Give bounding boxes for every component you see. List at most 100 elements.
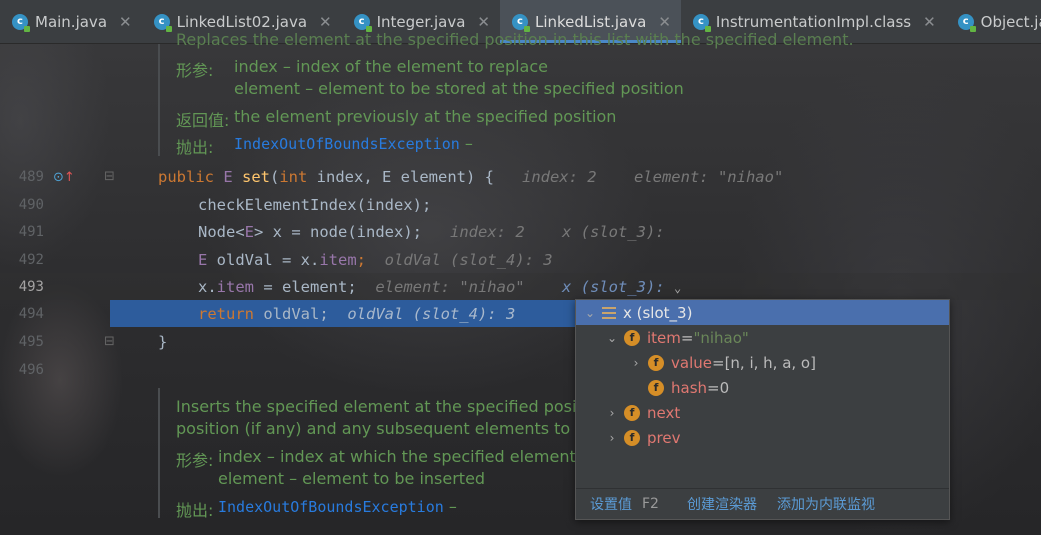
- exception-link[interactable]: IndexOutOfBoundsException: [234, 135, 460, 153]
- code-line-491[interactable]: Node<E> x = node(index); index: 2 x (slo…: [198, 223, 665, 241]
- code-line-495[interactable]: }: [158, 333, 167, 351]
- popup-footer: 设置值 F2 创建渲染器 添加为内联监视: [576, 488, 949, 519]
- doc-throws-dash: –: [448, 497, 457, 516]
- field-name: item: [647, 328, 681, 347]
- method-name: set: [242, 168, 270, 186]
- code-line-492[interactable]: E oldVal = x.item; oldVal (slot_4): 3: [198, 251, 553, 269]
- code-text: Node<: [198, 223, 245, 241]
- field-icon: f: [648, 354, 664, 371]
- field-name: next: [647, 403, 681, 422]
- doc-throws-line: IndexOutOfBoundsException –: [234, 134, 934, 153]
- code-line-490[interactable]: checkElementIndex(index);: [198, 196, 431, 214]
- java-class-icon: c: [692, 13, 711, 32]
- java-class-icon: c: [511, 13, 530, 32]
- field-value: 0: [719, 378, 730, 397]
- close-icon[interactable]: ✕: [319, 13, 332, 31]
- field-value: [n, i, h, a, o]: [724, 353, 816, 372]
- inline-debug-hint: index: 2: [450, 223, 525, 241]
- field-ref: item: [319, 251, 357, 269]
- set-value-link[interactable]: 设置值: [590, 494, 632, 514]
- tree-node-x[interactable]: ⌄ x (slot_3): [576, 300, 949, 325]
- field-icon: f: [648, 379, 664, 396]
- type-param: E: [244, 223, 255, 241]
- line-number: 496: [18, 362, 44, 378]
- tree-node-item[interactable]: ⌄ f item = "nihao": [604, 325, 749, 350]
- code-line-494[interactable]: return oldVal; oldVal (slot_4): 3: [198, 305, 515, 323]
- field-icon: f: [624, 429, 640, 446]
- override-marker-icon[interactable]: ⊙↑: [53, 170, 75, 185]
- doc-returns-text: the element previously at the specified …: [234, 107, 617, 126]
- tree-node-hash[interactable]: f hash = 0: [644, 375, 729, 400]
- inline-debug-hint: x (slot_3):: [561, 223, 665, 241]
- doc-cut-line: Replaces the element at the specified po…: [176, 30, 854, 49]
- chevron-right-icon[interactable]: ›: [628, 356, 644, 370]
- keyword: return: [198, 305, 264, 323]
- line-number: 494: [18, 306, 44, 322]
- keyword: int: [279, 168, 317, 186]
- field-icon: f: [624, 404, 640, 421]
- doc-param-element: element – element to be stored at the sp…: [234, 79, 684, 98]
- code-text: ;: [356, 251, 366, 269]
- tab-label: Main.java: [35, 12, 108, 31]
- inline-debug-hint: oldVal (slot_4): 3: [384, 251, 553, 269]
- java-class-icon: c: [957, 13, 976, 32]
- close-icon[interactable]: ✕: [923, 13, 936, 31]
- close-icon[interactable]: ✕: [658, 13, 671, 31]
- create-renderer-link[interactable]: 创建渲染器: [687, 494, 757, 514]
- code-text: = element;: [254, 278, 357, 296]
- debug-value-popup[interactable]: ⌄ x (slot_3) ⌄ f item = "nihao" › f valu…: [575, 299, 950, 520]
- node-label: x (slot_3): [623, 303, 693, 322]
- tree-node-next[interactable]: › f next: [604, 400, 681, 425]
- chevron-right-icon[interactable]: ›: [604, 406, 620, 420]
- line-number: 492: [18, 252, 44, 268]
- type-param: E: [198, 251, 217, 269]
- code-text: > x = node(index);: [254, 223, 422, 241]
- chevron-right-icon[interactable]: ›: [604, 431, 620, 445]
- inline-debug-hint-expanded[interactable]: x (slot_3):: [562, 278, 665, 296]
- code-line-493[interactable]: x.item = element; element: "nihao" x (sl…: [198, 278, 681, 296]
- field-ref: item: [216, 278, 254, 296]
- field-name: value: [671, 353, 712, 372]
- java-class-icon: c: [12, 13, 30, 32]
- code-line-489[interactable]: public E set(int index, E element) { ind…: [158, 168, 783, 186]
- tab-label: LinkedList02.java: [176, 12, 308, 31]
- inline-debug-hint: oldVal (slot_4): 3: [347, 305, 516, 323]
- close-icon[interactable]: ✕: [119, 13, 132, 31]
- exception-link[interactable]: IndexOutOfBoundsException: [218, 498, 444, 516]
- tab-label: Object.java: [980, 12, 1041, 31]
- code-text: oldVal = x.: [216, 251, 320, 269]
- tree-node-prev[interactable]: › f prev: [604, 425, 681, 450]
- inline-debug-hint: element: "nihao": [375, 278, 525, 296]
- java-class-icon: c: [353, 13, 372, 32]
- inline-debug-hint: index: 2: [521, 168, 597, 186]
- tab-label: LinkedList.java: [534, 12, 647, 31]
- doc-border: [158, 388, 160, 518]
- code-text: index, E element) {: [316, 168, 494, 186]
- close-icon[interactable]: ✕: [477, 13, 490, 31]
- chevron-down-icon[interactable]: ⌄: [674, 281, 681, 295]
- tab-object-java[interactable]: cObject.java: [946, 0, 1041, 43]
- code-text: oldVal;: [263, 305, 329, 323]
- shortcut-hint: F2: [642, 496, 659, 512]
- java-class-icon: c: [153, 13, 172, 32]
- line-number: 495: [18, 334, 44, 350]
- chevron-down-icon[interactable]: ⌄: [604, 331, 620, 345]
- doc-param-index: index – index of the element to replace: [234, 57, 548, 76]
- fold-icon[interactable]: ⊟: [104, 334, 115, 349]
- tab-label: InstrumentationImpl.class: [715, 12, 912, 31]
- tab-main-java[interactable]: c Main.java ✕: [0, 0, 142, 43]
- field-value: "nihao": [693, 328, 749, 347]
- equals-sign: =: [711, 353, 725, 372]
- line-number: 491: [18, 224, 44, 240]
- fold-icon[interactable]: ⊟: [104, 169, 115, 184]
- line-number: 490: [18, 197, 44, 213]
- tree-node-value[interactable]: › f value = [n, i, h, a, o]: [628, 350, 816, 375]
- equals-sign: =: [680, 328, 694, 347]
- inline-debug-hint: element: "nihao": [633, 168, 784, 186]
- chevron-down-icon[interactable]: ⌄: [582, 306, 598, 320]
- add-inline-watch-link[interactable]: 添加为内联监视: [777, 494, 875, 514]
- variable-icon: [602, 306, 616, 319]
- tab-label: Integer.java: [376, 12, 466, 31]
- line-number: 489: [18, 169, 44, 185]
- field-icon: f: [624, 329, 640, 346]
